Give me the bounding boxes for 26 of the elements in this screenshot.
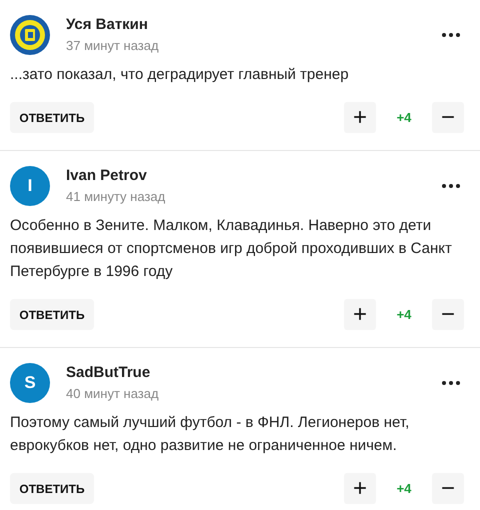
downvote-button[interactable]: − (432, 299, 464, 330)
vote-score: +4 (396, 110, 412, 125)
author-name[interactable]: SadButTrue (66, 363, 150, 383)
downvote-button[interactable]: − (432, 473, 464, 504)
comment-time: 37 минут назад (66, 37, 159, 55)
more-icon[interactable] (442, 33, 460, 37)
comment-time: 40 минут назад (66, 385, 159, 403)
vote-score: +4 (396, 307, 412, 322)
downvote-button[interactable]: − (432, 102, 464, 133)
more-icon[interactable] (442, 381, 460, 385)
author-name[interactable]: Уся Ваткин (66, 15, 148, 35)
avatar: I (10, 166, 50, 206)
more-icon[interactable] (442, 184, 460, 188)
reply-button[interactable]: ОТВЕТИТЬ (10, 299, 94, 330)
comment-text: ...зато показал, что деградирует главный тренер (10, 65, 350, 85)
upvote-button[interactable]: + (344, 102, 376, 133)
avatar: S (10, 363, 50, 403)
upvote-button[interactable]: + (344, 299, 376, 330)
reply-button[interactable]: ОТВЕТИТЬ (10, 473, 94, 504)
comment-time: 41 минуту назад (66, 188, 166, 206)
vote-score: +4 (396, 481, 412, 496)
upvote-button[interactable]: + (344, 473, 376, 504)
reply-button[interactable]: ОТВЕТИТЬ (10, 102, 94, 133)
comment-text: Поэтому самый лучший футбол - в ФНЛ. Легионеров нет, еврокубков нет, одно развитие не ограниченное ничем. (10, 413, 410, 456)
comment-text: Особенно в Зените. Малком, Клавадинья. Наверно это дети появившиеся от спортсменов игр доброй проходивших в Санкт Петербурге в 1996 году (10, 216, 453, 282)
author-name[interactable]: Ivan Petrov (66, 166, 147, 186)
